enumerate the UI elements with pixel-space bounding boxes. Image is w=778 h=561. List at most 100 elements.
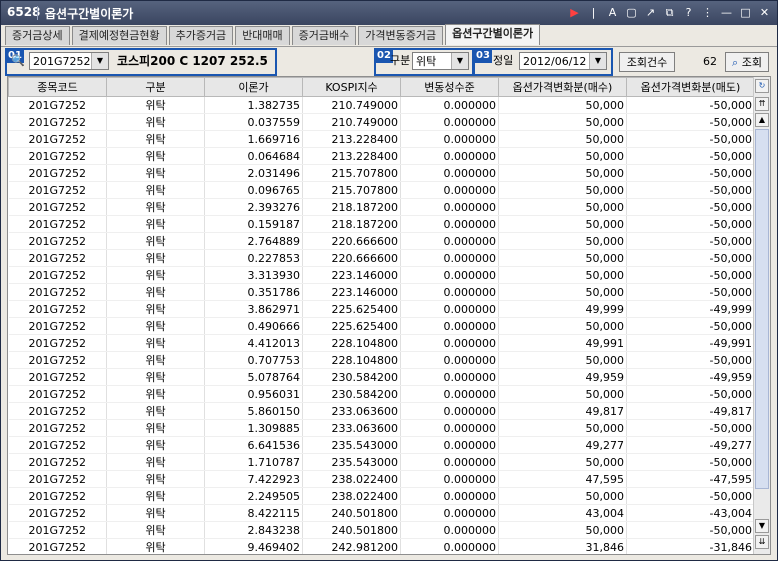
- date-select[interactable]: 2012/06/12 ▼: [519, 52, 607, 70]
- cell-code: 201G7252: [8, 283, 107, 301]
- col-header-code[interactable]: 종목코드: [8, 77, 107, 97]
- cell-volatility: 0.000000: [400, 334, 499, 352]
- table-row[interactable]: 201G7252 위탁 0.956031 230.584200 0.000000 50,0…: [8, 385, 755, 403]
- table-row[interactable]: 201G7252 위탁 0.064684 213.228400 0.000000 50,0…: [8, 147, 755, 165]
- maximize-icon[interactable]: □: [737, 4, 754, 21]
- cell-volatility: 0.000000: [400, 419, 499, 437]
- play-icon[interactable]: ▶: [566, 4, 583, 21]
- chevron-down-icon[interactable]: ▼: [589, 53, 606, 69]
- table-row[interactable]: 201G7252 위탁 2.764889 220.666600 0.000000 50,0…: [8, 232, 755, 250]
- cell-code: 201G7252: [8, 181, 107, 199]
- table-row[interactable]: 201G7252 위탁 0.351786 223.146000 0.000000 50,0…: [8, 283, 755, 301]
- vertical-scrollbar[interactable]: ↻ ⇈ ▲ ▼ ⇊: [753, 77, 770, 554]
- table-row[interactable]: 201G7252 위탁 1.382735 210.749000 0.000000 50,0…: [8, 96, 755, 114]
- scroll-up-icon[interactable]: ▲: [755, 113, 769, 127]
- cell-kospi: 218.187200: [302, 215, 401, 233]
- cell-change-buy: 49,991: [498, 334, 627, 352]
- table-row[interactable]: 201G7252 위탁 0.037559 210.749000 0.000000 50,0…: [8, 113, 755, 131]
- type-select[interactable]: 위탁 ▼: [412, 52, 469, 70]
- col-header-volatility[interactable]: 변동성수준: [400, 77, 499, 97]
- table-row[interactable]: 201G7252 위탁 0.159187 218.187200 0.000000 50,0…: [8, 215, 755, 233]
- table-row[interactable]: 201G7252 위탁 1.710787 235.543000 0.000000 50,0…: [8, 453, 755, 471]
- close-icon[interactable]: ✕: [756, 4, 773, 21]
- table-row[interactable]: 201G7252 위탁 1.669716 213.228400 0.000000 50,0…: [8, 130, 755, 148]
- pin-icon[interactable]: ⋮: [699, 4, 716, 21]
- table-row[interactable]: 201G7252 위탁 1.309885 233.063600 0.000000 50,0…: [8, 419, 755, 437]
- col-header-change-buy[interactable]: 옵션가격변화분(매수): [498, 77, 627, 97]
- link-icon[interactable]: ↗: [642, 4, 659, 21]
- table-row[interactable]: 201G7252 위탁 0.227853 220.666600 0.000000 50,0…: [8, 249, 755, 267]
- type-label: 구분: [390, 54, 411, 67]
- search-icon[interactable]: 🔍: [11, 52, 25, 70]
- table-row[interactable]: 201G7252 위탁 2.031496 215.707800 0.000000 50,0…: [8, 164, 755, 182]
- table-row[interactable]: 201G7252 위탁 7.422923 238.022400 0.000000 47,5…: [8, 470, 755, 488]
- tab-settlement-cash[interactable]: 결제예정현금현황: [71, 26, 167, 45]
- col-header-change-sell[interactable]: 옵션가격변화분(매도): [626, 77, 755, 97]
- screen-icon[interactable]: ▢: [623, 4, 640, 21]
- scroll-bottom-icon[interactable]: ⇊: [755, 535, 769, 549]
- cell-change-sell: -50,000: [626, 96, 755, 114]
- cell-code: 201G7252: [8, 436, 107, 454]
- tab-margin-detail[interactable]: 증거금상세: [5, 26, 70, 45]
- table-row[interactable]: 201G7252 위탁 5.078764 230.584200 0.000000 49,9…: [8, 368, 755, 386]
- cell-code: 201G7252: [8, 504, 107, 522]
- cell-kospi: 213.228400: [302, 147, 401, 165]
- scroll-top-icon[interactable]: ⇈: [755, 97, 769, 111]
- table-row[interactable]: 201G7252 위탁 2.249505 238.022400 0.000000 50,0…: [8, 487, 755, 505]
- cell-type: 위탁: [106, 96, 205, 114]
- cell-kospi: 238.022400: [302, 487, 401, 505]
- table-row[interactable]: 201G7252 위탁 2.393276 218.187200 0.000000 50,0…: [8, 198, 755, 216]
- cell-theoretical-price: 4.412013: [204, 334, 303, 352]
- col-header-kospi[interactable]: KOSPI지수: [302, 77, 401, 97]
- col-header-type[interactable]: 구분: [106, 77, 205, 97]
- table-row[interactable]: 201G7252 위탁 9.469402 242.981200 0.000000 31,8…: [8, 538, 755, 554]
- scroll-down-icon[interactable]: ▼: [755, 519, 769, 533]
- table-row[interactable]: 201G7252 위탁 4.412013 228.104800 0.000000 49,9…: [8, 334, 755, 352]
- tab-price-change-margin[interactable]: 가격변동증거금: [358, 26, 444, 45]
- table-row[interactable]: 201G7252 위탁 3.862971 225.625400 0.000000 49,9…: [8, 300, 755, 318]
- divider-icon: |: [591, 6, 596, 19]
- cell-type: 위탁: [106, 436, 205, 454]
- table-row[interactable]: 201G7252 위탁 0.707753 228.104800 0.000000 50,0…: [8, 351, 755, 369]
- cell-change-sell: -50,000: [626, 283, 755, 301]
- cell-theoretical-price: 2.393276: [204, 198, 303, 216]
- cell-code: 201G7252: [8, 164, 107, 182]
- cell-change-sell: -50,000: [626, 147, 755, 165]
- col-header-theoretical-price[interactable]: 이론가: [204, 77, 303, 97]
- header-row: 종목코드 구분 이론가 KOSPI지수 변동성수준 옵션가격변화분(매수) 옵션…: [8, 77, 755, 97]
- search-button[interactable]: ⌕ 조회: [725, 52, 769, 72]
- tab-option-theoretical-price[interactable]: 옵션구간별이론가: [445, 24, 541, 45]
- cell-kospi: 233.063600: [302, 419, 401, 437]
- copy-icon[interactable]: ⧉: [661, 4, 678, 21]
- table-row[interactable]: 201G7252 위탁 0.096765 215.707800 0.000000 50,0…: [8, 181, 755, 199]
- chevron-down-icon[interactable]: ▼: [91, 53, 108, 69]
- cell-theoretical-price: 5.860150: [204, 402, 303, 420]
- minimize-icon[interactable]: —: [718, 4, 735, 21]
- tab-additional-margin[interactable]: 추가증거금: [168, 26, 234, 45]
- tab-forced-liquidation[interactable]: 반대매매: [235, 26, 290, 45]
- font-icon[interactable]: A: [604, 4, 621, 21]
- chevron-down-icon[interactable]: ▼: [451, 53, 468, 69]
- help-icon[interactable]: ?: [680, 4, 697, 21]
- tab-margin-multiplier[interactable]: 증거금배수: [291, 26, 357, 45]
- window-title: 옵션구간별이론가: [45, 7, 134, 21]
- table-row[interactable]: 201G7252 위탁 0.490666 225.625400 0.000000 50,0…: [8, 317, 755, 335]
- table-row[interactable]: 201G7252 위탁 8.422115 240.501800 0.000000 43,0…: [8, 504, 755, 522]
- cell-change-buy: 50,000: [498, 453, 627, 471]
- cell-kospi: 223.146000: [302, 266, 401, 284]
- table-row[interactable]: 201G7252 위탁 3.313930 223.146000 0.000000 50,0…: [8, 266, 755, 284]
- table-row[interactable]: 201G7252 위탁 5.860150 233.063600 0.000000 49,8…: [8, 402, 755, 420]
- cell-kospi: 242.981200: [302, 538, 401, 554]
- refresh-icon[interactable]: ↻: [755, 79, 769, 93]
- table-row[interactable]: 201G7252 위탁 2.843238 240.501800 0.000000 50,0…: [8, 521, 755, 539]
- cell-code: 201G7252: [8, 96, 107, 114]
- cell-kospi: 228.104800: [302, 351, 401, 369]
- code-select[interactable]: 201G7252 ▼: [29, 52, 109, 70]
- cell-volatility: 0.000000: [400, 402, 499, 420]
- table-row[interactable]: 201G7252 위탁 6.641536 235.543000 0.000000 49,2…: [8, 436, 755, 454]
- scrollbar-thumb[interactable]: [755, 129, 769, 489]
- cell-type: 위탁: [106, 181, 205, 199]
- instrument-name: 코스피200 C 1207 252.5: [117, 54, 268, 68]
- cell-type: 위탁: [106, 385, 205, 403]
- cell-code: 201G7252: [8, 487, 107, 505]
